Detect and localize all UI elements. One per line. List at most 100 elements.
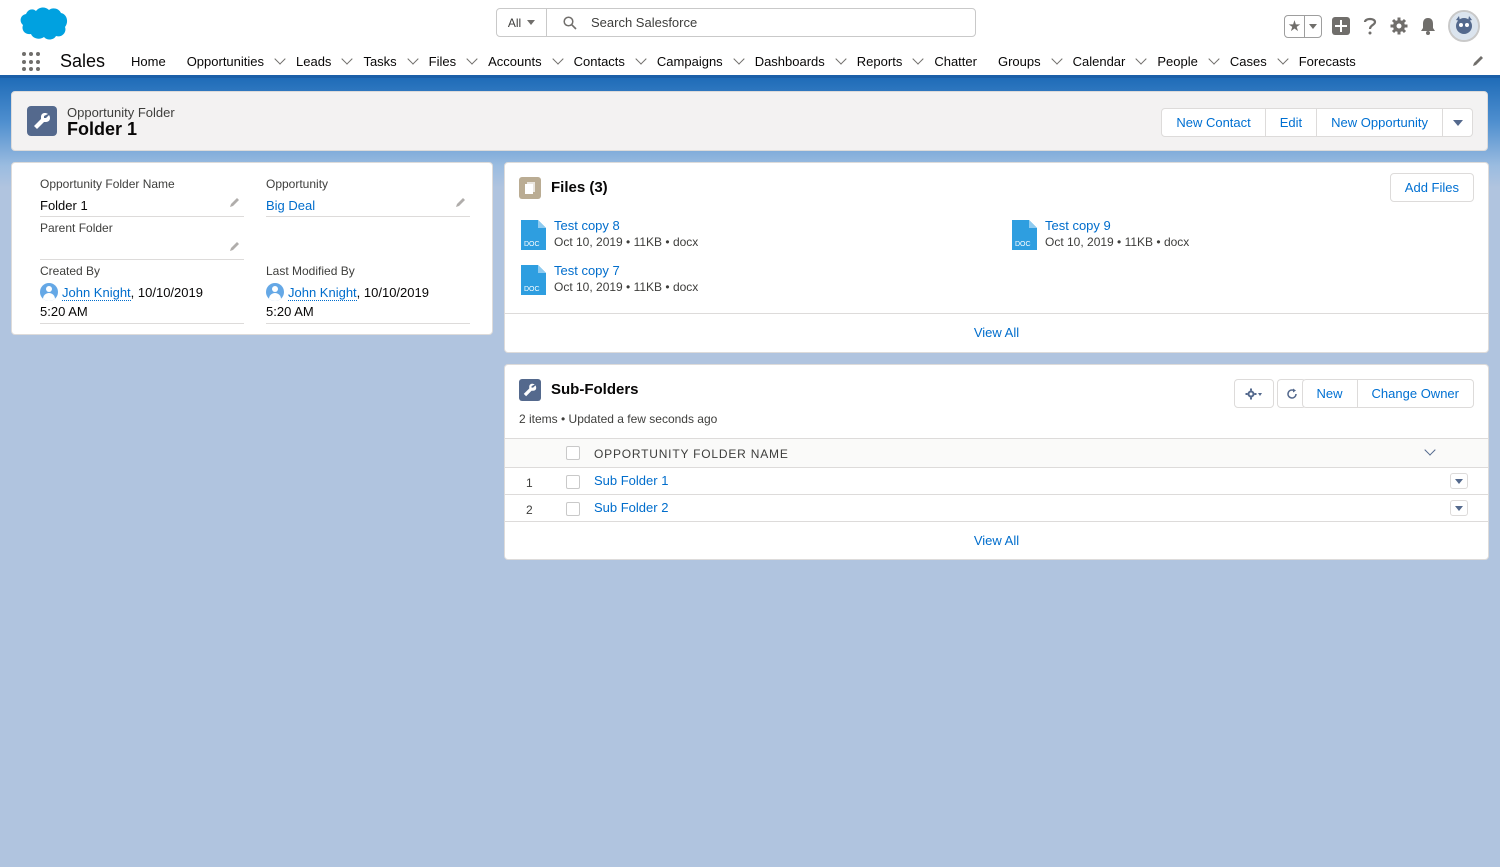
list-settings-button[interactable] [1234, 379, 1274, 408]
help-icon[interactable] [1360, 16, 1380, 36]
wrench-icon [27, 106, 57, 136]
column-header-folder-name[interactable]: OPPORTUNITY FOLDER NAME [594, 447, 789, 461]
nav-item-home[interactable]: Home [131, 44, 166, 78]
field-opportunity: Opportunity Big Deal [266, 177, 470, 217]
nav-item-tasks[interactable]: Tasks [363, 44, 428, 78]
nav-item-calendar[interactable]: Calendar [1073, 44, 1158, 78]
nav-item-people[interactable]: People [1157, 44, 1229, 78]
favorites-list-button[interactable] [1305, 23, 1321, 29]
nav-item-label: Cases [1229, 53, 1267, 69]
row-checkbox[interactable] [566, 475, 580, 489]
search-input[interactable] [591, 15, 951, 30]
field-label: Last Modified By [266, 264, 355, 278]
details-card: Opportunity Folder Name Folder 1 Opportu… [11, 162, 493, 335]
nav-item-label: Chatter [934, 53, 977, 69]
table-header: OPPORTUNITY FOLDER NAME [505, 438, 1488, 468]
files-icon [519, 177, 541, 199]
new-button[interactable]: New [1301, 379, 1358, 408]
new-opportunity-button[interactable]: New Opportunity [1317, 108, 1443, 137]
global-actions-icon[interactable] [1331, 16, 1351, 36]
nav-item-label: Groups [997, 53, 1041, 69]
search-scope-dropdown[interactable]: All [497, 9, 547, 36]
subfolders-actions: New Change Owner [1301, 379, 1474, 408]
edit-button[interactable]: Edit [1265, 108, 1318, 137]
favorites-button[interactable]: ★ [1284, 14, 1322, 38]
nav-item-forecasts[interactable]: Forecasts [1299, 44, 1356, 78]
chevron-down-icon[interactable] [912, 52, 924, 65]
edit-pencil-icon[interactable] [229, 241, 240, 252]
nav-item-campaigns[interactable]: Campaigns [657, 44, 755, 78]
app-navigation-bar: Sales Home Opportunities Leads Tasks Files Ac… [0, 44, 1500, 78]
user-avatar[interactable] [1448, 10, 1480, 42]
change-owner-button[interactable]: Change Owner [1357, 379, 1474, 408]
nav-item-dashboards[interactable]: Dashboards [755, 44, 857, 78]
nav-item-label: Contacts [573, 53, 625, 69]
chevron-down-icon[interactable] [466, 52, 478, 65]
subfolder-link[interactable]: Sub Folder 1 [594, 473, 668, 488]
opportunity-link[interactable]: Big Deal [266, 198, 315, 213]
nav-items: Home Opportunities Leads Tasks Files Accounts… [131, 44, 1377, 78]
chevron-down-icon [1455, 505, 1463, 511]
chevron-down-icon[interactable] [1208, 52, 1220, 65]
file-item[interactable]: DOC Test copy 7 Oct 10, 2019 • 11KB • do… [521, 263, 698, 295]
chevron-down-icon[interactable] [274, 52, 286, 65]
file-name-link[interactable]: Test copy 7 [554, 263, 698, 278]
file-item[interactable]: DOC Test copy 8 Oct 10, 2019 • 11KB • do… [521, 218, 698, 250]
nav-item-files[interactable]: Files [429, 44, 488, 78]
chevron-down-icon[interactable] [835, 52, 847, 65]
nav-item-contacts[interactable]: Contacts [574, 44, 657, 78]
row-actions-menu[interactable] [1450, 473, 1468, 489]
nav-item-reports[interactable]: Reports [857, 44, 935, 78]
nav-item-leads[interactable]: Leads [296, 44, 363, 78]
nav-item-chatter[interactable]: Chatter [934, 44, 977, 78]
chevron-down-icon[interactable] [341, 52, 354, 65]
select-all-checkbox[interactable] [566, 446, 580, 460]
nav-item-groups[interactable]: Groups [998, 44, 1073, 78]
chevron-down-icon[interactable] [1050, 52, 1063, 65]
edit-pencil-icon[interactable] [229, 197, 240, 208]
chevron-down-icon[interactable] [635, 52, 647, 65]
edit-pencil-icon[interactable] [455, 197, 466, 208]
app-launcher-icon[interactable] [22, 52, 42, 72]
files-view-all-link[interactable]: View All [505, 313, 1488, 352]
chevron-down-icon[interactable] [551, 52, 564, 65]
files-title[interactable]: Files (3) [551, 179, 608, 196]
modified-by-user-link[interactable]: John Knight [288, 285, 357, 301]
file-item[interactable]: DOC Test copy 9 Oct 10, 2019 • 11KB • do… [1012, 218, 1189, 250]
file-name-link[interactable]: Test copy 9 [1045, 218, 1189, 233]
search-field [547, 9, 975, 36]
chevron-down-icon[interactable] [1277, 52, 1289, 65]
subfolders-view-all-link[interactable]: View All [505, 522, 1488, 559]
notification-bell-icon[interactable] [1418, 16, 1438, 36]
row-checkbox[interactable] [566, 502, 580, 516]
star-icon[interactable]: ★ [1285, 15, 1305, 37]
doc-file-icon: DOC [1012, 220, 1037, 250]
chevron-down-icon [1455, 478, 1463, 484]
record-actions: New Contact Edit New Opportunity [1161, 108, 1473, 137]
column-menu-chevron-icon[interactable] [1424, 444, 1436, 456]
created-by-user-link[interactable]: John Knight [62, 285, 131, 301]
field-label: Opportunity Folder Name [40, 177, 175, 191]
gear-icon[interactable] [1389, 16, 1409, 36]
nav-item-opportunities[interactable]: Opportunities [187, 44, 296, 78]
chevron-down-icon[interactable] [1135, 52, 1148, 65]
subfolder-link[interactable]: Sub Folder 2 [594, 500, 668, 515]
salesforce-logo-icon[interactable] [14, 5, 68, 41]
edit-nav-pencil-icon[interactable] [1471, 54, 1485, 71]
nav-item-accounts[interactable]: Accounts [488, 44, 573, 78]
subfolders-card: Sub-Folders 2 items • Updated a few seco… [504, 364, 1489, 560]
chevron-down-icon[interactable] [733, 52, 745, 65]
svg-text:DOC: DOC [524, 286, 540, 293]
new-contact-button[interactable]: New Contact [1161, 108, 1266, 137]
add-files-button[interactable]: Add Files [1389, 173, 1474, 202]
chevron-down-icon[interactable] [407, 52, 419, 65]
modified-by-time: 5:20 AM [266, 304, 314, 319]
subfolders-title[interactable]: Sub-Folders [551, 381, 639, 398]
file-name-link[interactable]: Test copy 8 [554, 218, 698, 233]
nav-item-cases[interactable]: Cases [1230, 44, 1299, 78]
more-actions-button[interactable] [1443, 108, 1473, 137]
file-meta: Oct 10, 2019 • 11KB • docx [1045, 235, 1190, 249]
row-actions-menu[interactable] [1450, 500, 1468, 516]
created-by-time: 5:20 AM [40, 304, 88, 319]
field-label: Created By [40, 264, 101, 278]
